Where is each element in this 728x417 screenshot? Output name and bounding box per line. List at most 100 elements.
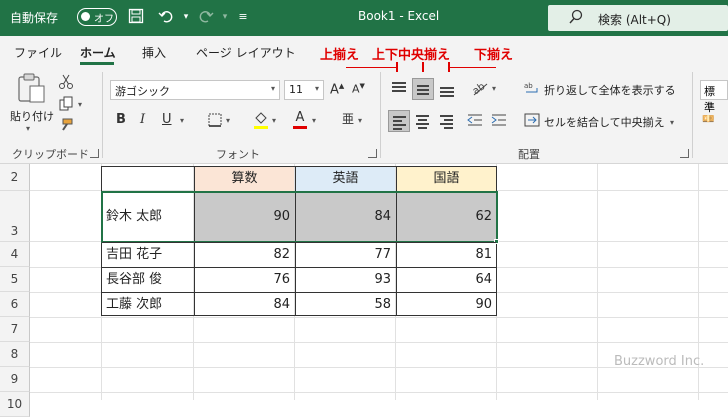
align-right-button[interactable]	[436, 110, 458, 132]
autosave-label: 自動保存	[10, 11, 59, 25]
grid-line	[597, 164, 598, 400]
decrease-indent-icon[interactable]	[466, 112, 484, 130]
bold-button[interactable]: B	[116, 112, 126, 127]
bottom-align-button[interactable]	[436, 78, 458, 100]
font-name-dropdown-icon: ▾	[270, 84, 275, 93]
row-header-6[interactable]: 6	[0, 292, 30, 317]
clipboard-group-label: クリップボード	[12, 148, 89, 161]
save-icon[interactable]	[127, 8, 145, 26]
borders-icon[interactable]	[206, 112, 224, 130]
score-cell[interactable]: 64	[396, 268, 496, 292]
number-format-value: 標準	[704, 85, 715, 114]
active-tab-indicator	[80, 62, 114, 65]
tab-file[interactable]: ファイル	[14, 44, 62, 61]
document-title: Book1 - Excel	[358, 9, 440, 23]
row-header-3[interactable]: 3	[0, 191, 30, 242]
tab-insert[interactable]: 挿入	[142, 44, 166, 61]
name-cell[interactable]: 吉田 花子	[102, 243, 193, 267]
score-cell[interactable]: 84	[194, 293, 294, 316]
autosave-toggle[interactable]: オフ	[77, 8, 117, 26]
font-color-glyph: A	[295, 110, 305, 125]
header-cell-math[interactable]: 算数	[194, 167, 294, 191]
increase-font-size-icon[interactable]: A▲	[330, 82, 344, 97]
number-format-select[interactable]: 標準	[700, 80, 728, 114]
score-cell[interactable]: 77	[295, 243, 395, 267]
font-color-dropdown-icon[interactable]: ▾	[312, 116, 316, 125]
paste-icon[interactable]	[14, 72, 48, 106]
orientation-dropdown-icon[interactable]: ▾	[492, 84, 496, 93]
selection-border	[101, 191, 498, 243]
font-dialog-launcher[interactable]	[368, 149, 377, 158]
font-name-value: 游ゴシック	[115, 85, 170, 98]
top-align-button[interactable]	[388, 78, 410, 100]
clipboard-dialog-launcher[interactable]	[90, 149, 99, 158]
alignment-dialog-launcher[interactable]	[680, 149, 689, 158]
paste-dropdown-icon[interactable]: ▾	[26, 124, 30, 133]
grid-line	[30, 392, 728, 393]
row-header-7[interactable]: 7	[0, 317, 30, 342]
align-left-button[interactable]	[388, 110, 410, 132]
tab-page-layout[interactable]: ページ レイアウト	[196, 44, 296, 61]
redo-dropdown-icon[interactable]: ▾	[216, 8, 234, 26]
font-color-swatch	[293, 126, 307, 129]
undo-icon[interactable]	[157, 8, 175, 26]
font-color-button[interactable]: A	[292, 110, 308, 130]
fill-color-dropdown-icon[interactable]: ▾	[272, 116, 276, 125]
row-header-2[interactable]: 2	[0, 164, 30, 191]
score-cell[interactable]: 76	[194, 268, 294, 292]
header-cell-english[interactable]: 英語	[295, 167, 395, 191]
middle-align-button[interactable]	[412, 78, 434, 100]
score-cell[interactable]: 90	[396, 293, 496, 316]
header-cell-japanese[interactable]: 国語	[396, 167, 496, 191]
borders-dropdown-icon[interactable]: ▾	[226, 116, 230, 125]
row-header-8[interactable]: 8	[0, 342, 30, 367]
score-cell[interactable]: 82	[194, 243, 294, 267]
callout-stem-top	[396, 62, 398, 72]
underline-dropdown-icon[interactable]: ▾	[180, 116, 184, 125]
name-cell[interactable]: 長谷部 俊	[102, 268, 193, 292]
row-header-10[interactable]: 10	[0, 392, 30, 417]
title-bar: 自動保存 オフ ▾ ▾ ≡ Book1 - Excel 検索 (Alt+Q)	[0, 0, 728, 36]
merge-center-icon[interactable]	[524, 112, 540, 128]
merge-dropdown-icon[interactable]: ▾	[670, 118, 674, 127]
row-header-9[interactable]: 9	[0, 367, 30, 392]
score-cell[interactable]: 81	[396, 243, 496, 267]
underline-button[interactable]: U	[162, 112, 172, 127]
score-cell[interactable]: 58	[295, 293, 395, 316]
italic-button[interactable]: I	[140, 112, 145, 127]
wrap-text-button[interactable]: 折り返して全体を表示する	[544, 82, 676, 98]
redo-icon[interactable]	[197, 8, 215, 26]
paste-label[interactable]: 貼り付け	[10, 108, 54, 124]
name-cell[interactable]: 工藤 次郎	[102, 293, 193, 316]
callout-bracket-top	[346, 62, 397, 68]
orientation-icon[interactable]: ab	[470, 78, 490, 98]
decrease-font-size-icon[interactable]: A▼	[352, 82, 365, 96]
font-size-select[interactable]: 11 ▾	[284, 80, 324, 100]
search-icon	[569, 9, 583, 24]
currency-format-icon[interactable]: 💴	[702, 114, 714, 125]
tab-home[interactable]: ホーム	[80, 44, 116, 61]
merge-center-button[interactable]: セルを結合して中央揃え	[544, 114, 665, 130]
increase-indent-icon[interactable]	[490, 112, 508, 130]
watermark: Buzzword Inc.	[614, 354, 705, 369]
autosave-state: オフ	[94, 14, 114, 25]
align-center-button[interactable]	[412, 110, 434, 132]
callout-middle-align: 上下中央揃え	[372, 48, 451, 63]
copy-icon[interactable]	[58, 96, 74, 112]
copy-dropdown-icon[interactable]: ▾	[78, 100, 82, 109]
format-painter-icon[interactable]	[58, 118, 74, 134]
undo-dropdown-icon[interactable]: ▾	[177, 8, 195, 26]
fill-color-icon[interactable]	[252, 110, 270, 130]
row-header-4[interactable]: 4	[0, 242, 30, 267]
wrap-text-icon[interactable]: ab	[524, 80, 540, 96]
cut-icon[interactable]	[58, 74, 74, 90]
customize-toolbar-icon[interactable]: ≡	[234, 8, 252, 26]
phonetic-guide-icon[interactable]: 亜	[342, 110, 354, 127]
font-name-select[interactable]: 游ゴシック ▾	[110, 80, 280, 100]
row-header-5[interactable]: 5	[0, 267, 30, 292]
callout-bottom-align: 下揃え	[474, 48, 514, 63]
font-size-dropdown-icon: ▾	[314, 84, 319, 93]
search-box[interactable]: 検索 (Alt+Q)	[548, 5, 728, 31]
phonetic-dropdown-icon[interactable]: ▾	[358, 116, 362, 125]
score-cell[interactable]: 93	[295, 268, 395, 292]
